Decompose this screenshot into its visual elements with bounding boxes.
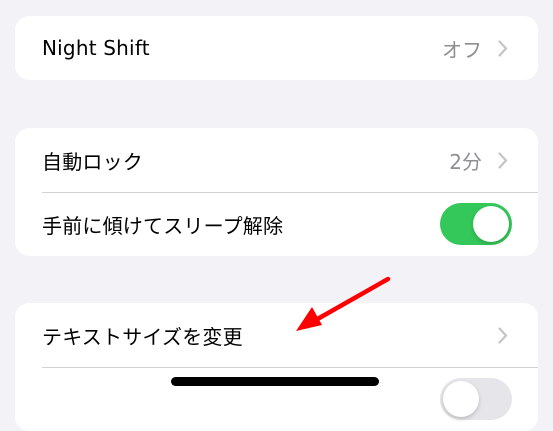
toggle-knob xyxy=(443,381,479,417)
raise-to-wake-row: 手前に傾けてスリープ解除 xyxy=(15,192,538,256)
chevron-right-icon xyxy=(496,38,510,58)
night-shift-group: Night Shift オフ xyxy=(15,16,538,80)
night-shift-row[interactable]: Night Shift オフ xyxy=(15,16,538,80)
text-group: テキストサイズを変更 xyxy=(15,303,538,431)
auto-lock-row[interactable]: 自動ロック 2分 xyxy=(15,128,538,192)
chevron-right-icon xyxy=(496,150,510,170)
text-size-row[interactable]: テキストサイズを変更 xyxy=(15,303,538,367)
night-shift-label: Night Shift xyxy=(42,36,150,60)
home-indicator xyxy=(171,377,379,386)
auto-lock-label: 自動ロック xyxy=(42,149,143,174)
annotation-arrow-icon xyxy=(296,276,391,331)
raise-to-wake-label: 手前に傾けてスリープ解除 xyxy=(42,213,284,238)
bold-text-toggle[interactable] xyxy=(440,378,512,420)
auto-lock-value: 2分 xyxy=(449,149,482,174)
night-shift-value: オフ xyxy=(442,37,482,62)
toggle-knob xyxy=(473,206,509,242)
chevron-right-icon xyxy=(496,325,510,345)
lock-group: 自動ロック 2分 手前に傾けてスリープ解除 xyxy=(15,128,538,256)
raise-to-wake-toggle[interactable] xyxy=(440,203,512,245)
text-size-label: テキストサイズを変更 xyxy=(42,324,243,349)
